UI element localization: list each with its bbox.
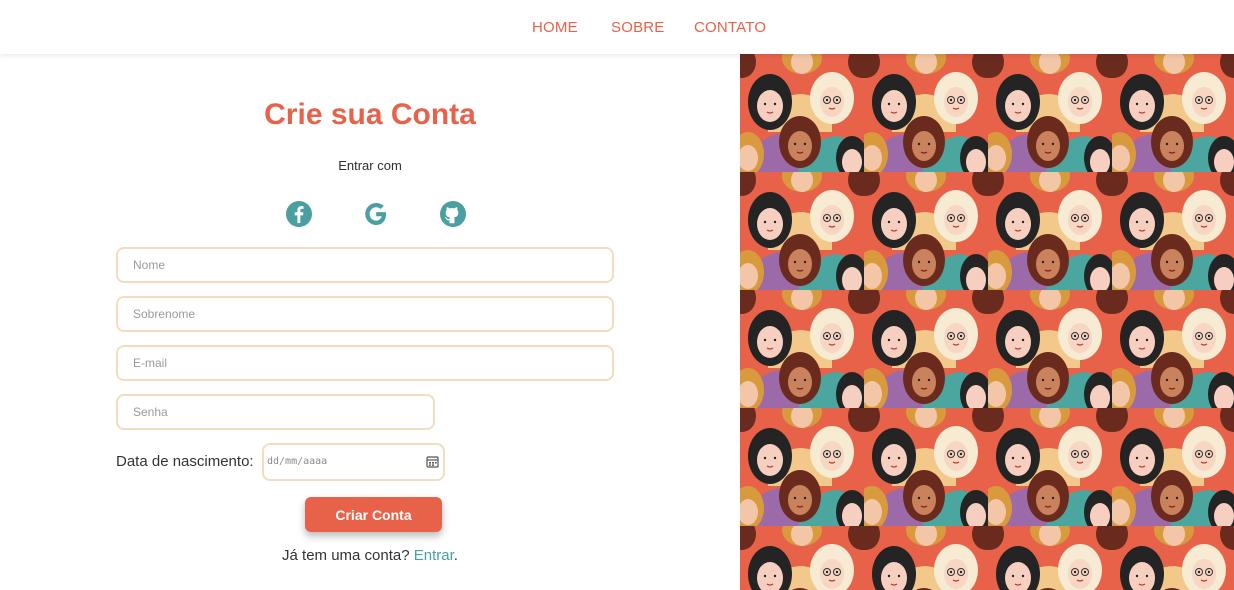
login-prompt-period: .: [453, 547, 458, 564]
login-link[interactable]: Entrar: [414, 547, 454, 564]
crowd-of-women-illustration: [740, 54, 1234, 590]
birth-date-label: Data de nascimento:: [116, 453, 254, 470]
password-input[interactable]: [116, 394, 435, 430]
social-login-subtitle: Entrar com: [338, 158, 402, 173]
birth-date-input[interactable]: dd/mm/aaaa: [262, 443, 445, 481]
top-navbar: HOME SOBRE CONTATO: [0, 0, 1234, 54]
nav-contato-link[interactable]: CONTATO: [694, 19, 766, 36]
crowd-pattern-illustration: [740, 54, 1234, 590]
email-input[interactable]: [116, 345, 614, 381]
nav-home-link[interactable]: HOME: [532, 19, 578, 36]
social-login-icons: [0, 200, 740, 228]
main-nav: HOME SOBRE CONTATO: [0, 0, 1234, 54]
signup-form-section: Crie sua Conta Entrar com Data de nascim…: [0, 54, 740, 590]
github-icon[interactable]: [439, 200, 467, 228]
create-account-button[interactable]: Criar Conta: [305, 497, 442, 532]
page-title: Crie sua Conta: [264, 98, 476, 131]
google-icon[interactable]: [362, 200, 390, 228]
crowd-pattern: [740, 54, 1234, 590]
login-prompt-text: Já tem uma conta?: [282, 547, 410, 564]
birth-date-placeholder: dd/mm/aaaa: [267, 456, 328, 467]
facebook-icon[interactable]: [285, 200, 313, 228]
last-name-input[interactable]: [116, 296, 614, 332]
nav-sobre-link[interactable]: SOBRE: [611, 19, 665, 36]
calendar-icon[interactable]: [426, 455, 439, 468]
first-name-input[interactable]: [116, 247, 614, 283]
login-prompt: Já tem uma conta? Entrar.: [116, 547, 624, 564]
